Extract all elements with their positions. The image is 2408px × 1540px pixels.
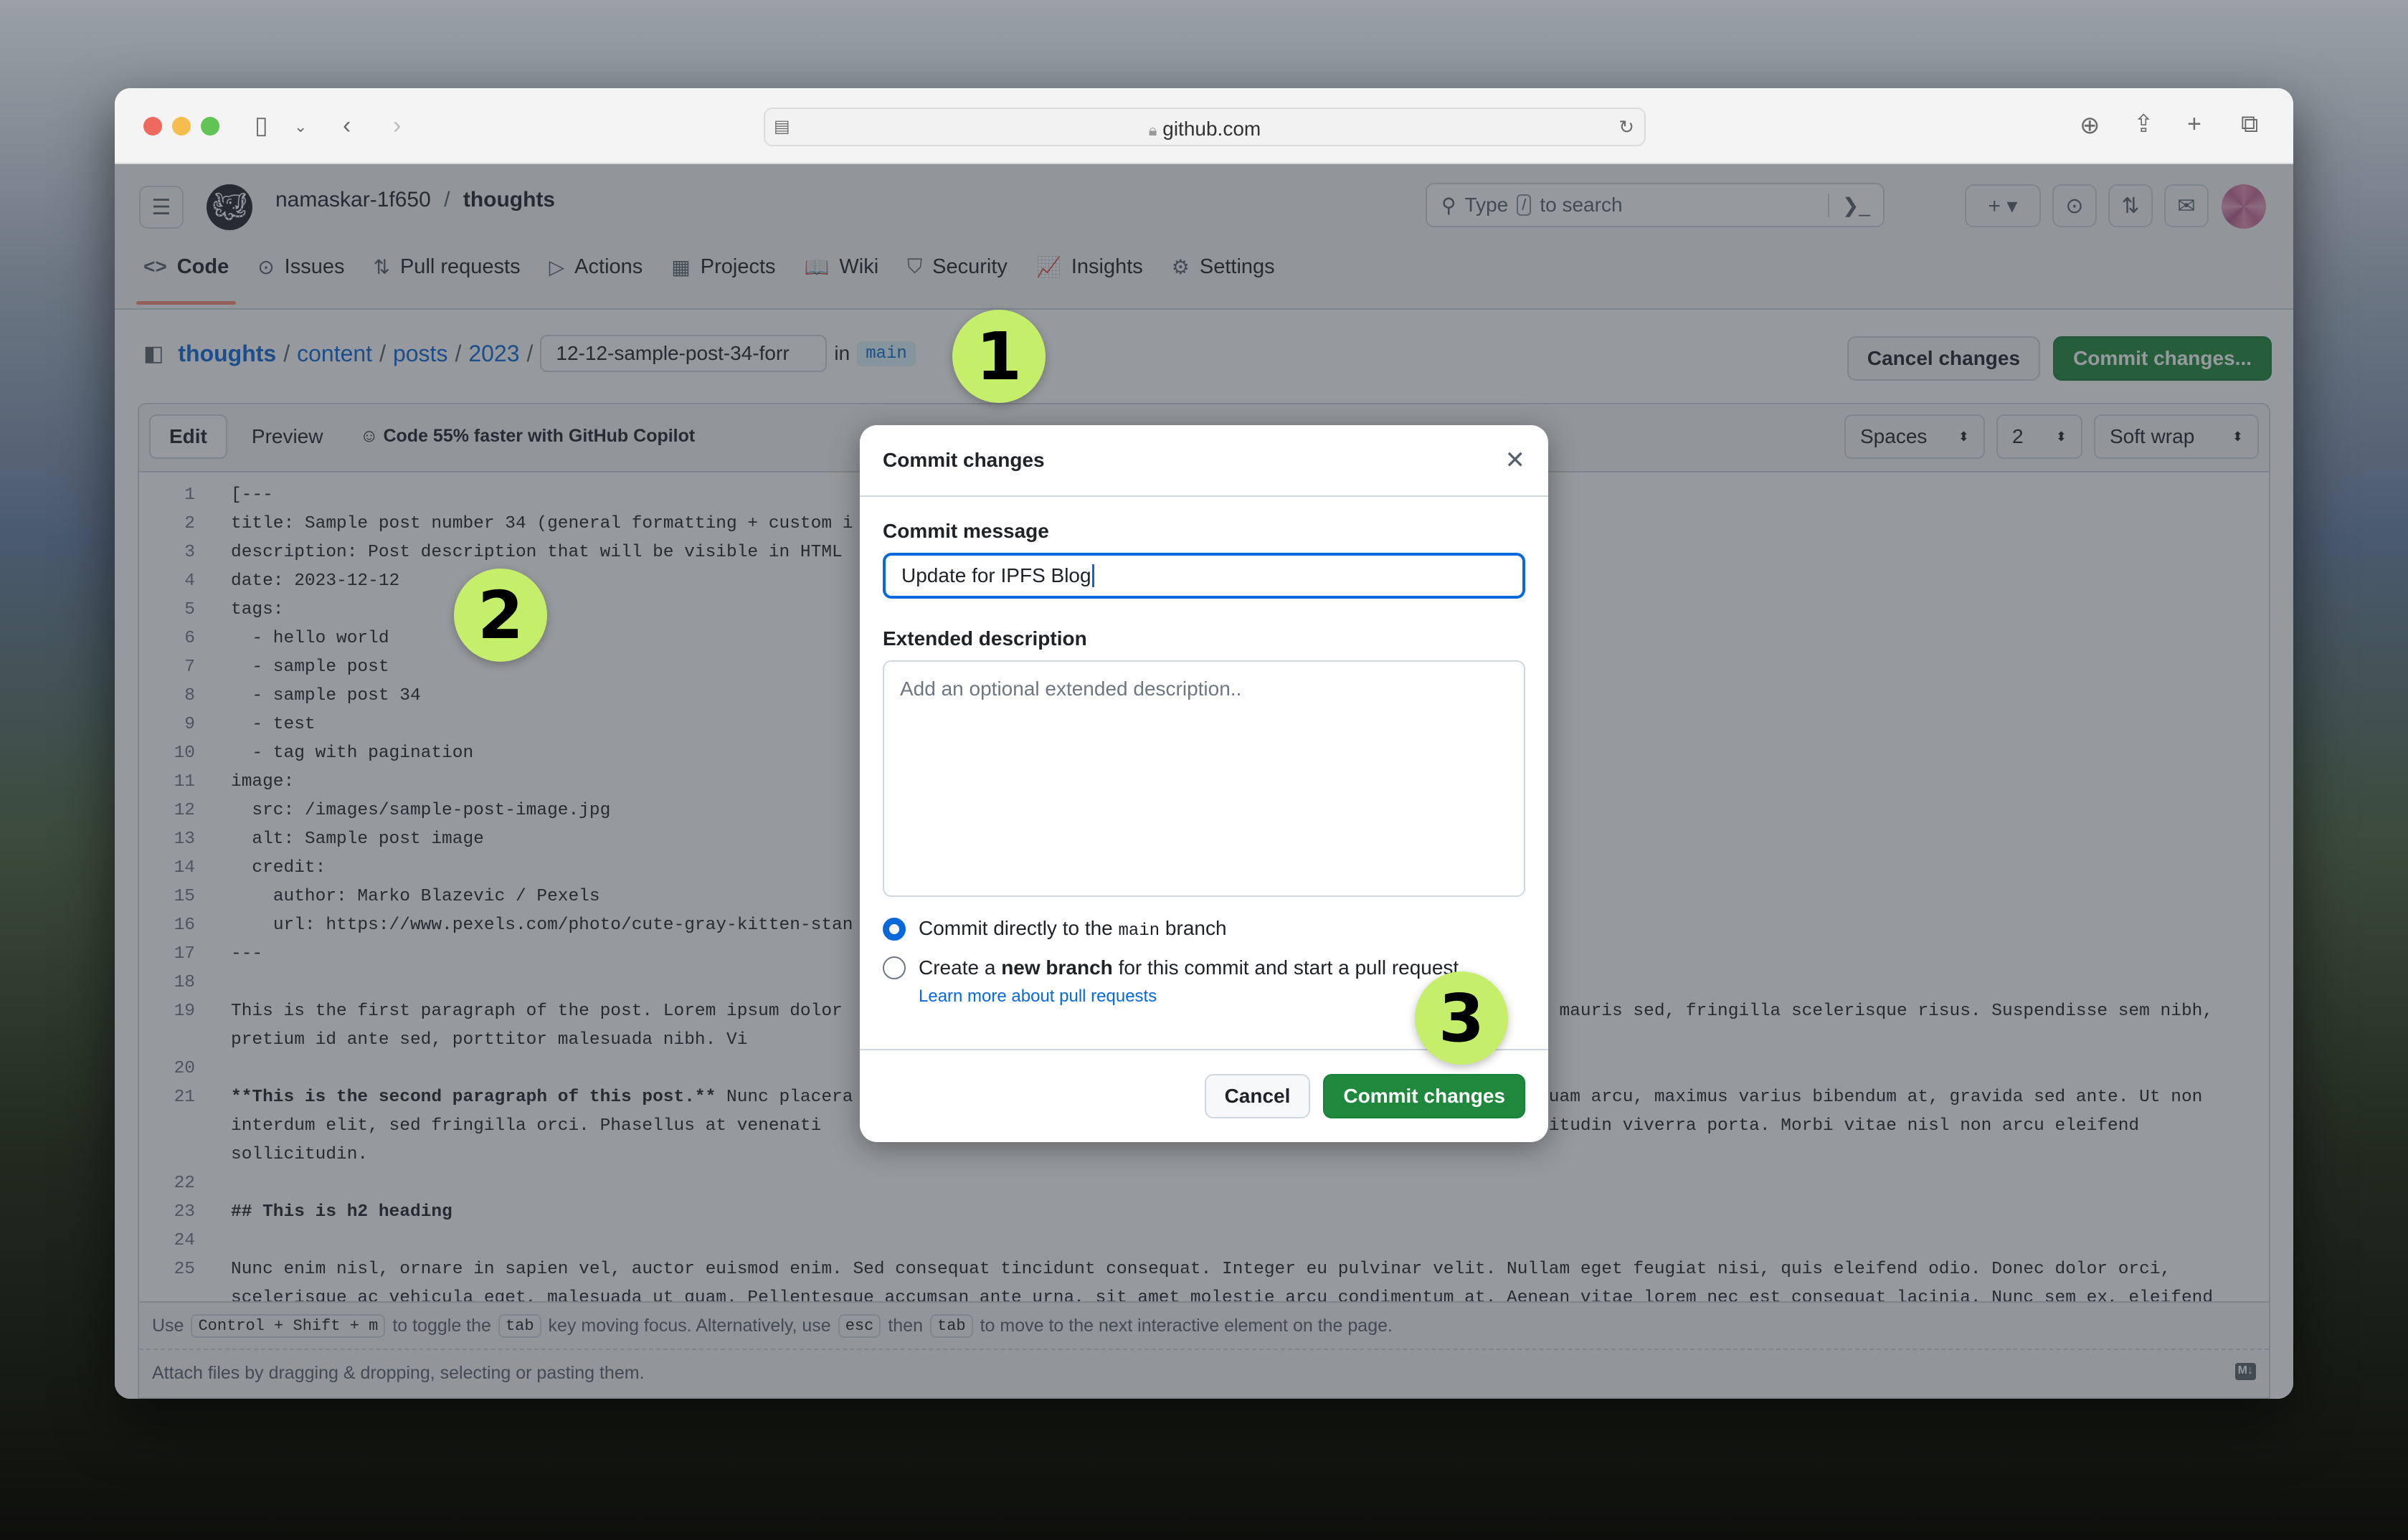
- annotation-badge-1: 1: [952, 310, 1046, 403]
- url-text: github.com: [1162, 118, 1261, 140]
- commit-message-label: Commit message: [883, 520, 1049, 542]
- extended-description-textarea[interactable]: Add an optional extended description..: [883, 660, 1525, 897]
- forward-icon[interactable]: ›: [393, 111, 401, 140]
- radio-new-branch[interactable]: [883, 956, 906, 979]
- sidebar-icon[interactable]: ▯: [255, 111, 268, 140]
- back-icon[interactable]: ‹: [343, 111, 351, 140]
- option-branch: main: [1118, 921, 1160, 941]
- annotation-badge-3: 3: [1415, 971, 1508, 1065]
- radio-commit-direct[interactable]: [883, 917, 906, 941]
- extended-description-label: Extended description: [883, 627, 1087, 650]
- browser-window: ▯ ⌄ ‹ › ▤ 🔒︎ github.com ↻ ⊕ ⇪ + ⧉ ☰ 🐙︎ n…: [115, 88, 2293, 1399]
- reload-icon[interactable]: ↻: [1618, 113, 1634, 141]
- download-icon[interactable]: ⊕: [2080, 111, 2100, 140]
- commit-direct-option[interactable]: Commit directly to the main branch: [883, 917, 1525, 941]
- option-text: for this commit and start a pull request: [1118, 956, 1459, 979]
- commit-message-input[interactable]: Update for IPFS Blog: [883, 553, 1525, 599]
- text-cursor: [1091, 564, 1094, 587]
- annotation-badge-2: 2: [454, 569, 547, 662]
- dialog-cancel-button[interactable]: Cancel: [1204, 1074, 1311, 1118]
- tabs-overview-icon[interactable]: ⧉: [2241, 110, 2258, 138]
- browser-toolbar: ▯ ⌄ ‹ › ▤ 🔒︎ github.com ↻ ⊕ ⇪ + ⧉: [115, 88, 2293, 164]
- zoom-window-button[interactable]: [201, 117, 219, 136]
- address-bar[interactable]: ▤ 🔒︎ github.com ↻: [764, 108, 1646, 146]
- option-text: Commit directly to the: [919, 917, 1113, 939]
- chevron-down-icon[interactable]: ⌄: [294, 113, 307, 141]
- option-text: branch: [1165, 917, 1227, 939]
- new-tab-icon[interactable]: +: [2187, 110, 2201, 138]
- dialog-title: Commit changes: [883, 449, 1045, 471]
- dialog-commit-button[interactable]: Commit changes: [1323, 1074, 1525, 1118]
- commit-message-value: Update for IPFS Blog: [901, 564, 1091, 586]
- lock-icon: 🔒︎: [1148, 121, 1157, 139]
- option-text: Create a: [919, 956, 996, 979]
- new-branch-option[interactable]: Create a new branch for this commit and …: [883, 956, 1525, 979]
- minimize-window-button[interactable]: [172, 117, 191, 136]
- close-icon[interactable]: ✕: [1505, 446, 1526, 475]
- option-bold: new branch: [1001, 956, 1113, 979]
- share-icon[interactable]: ⇪: [2133, 110, 2154, 138]
- close-window-button[interactable]: [143, 117, 162, 136]
